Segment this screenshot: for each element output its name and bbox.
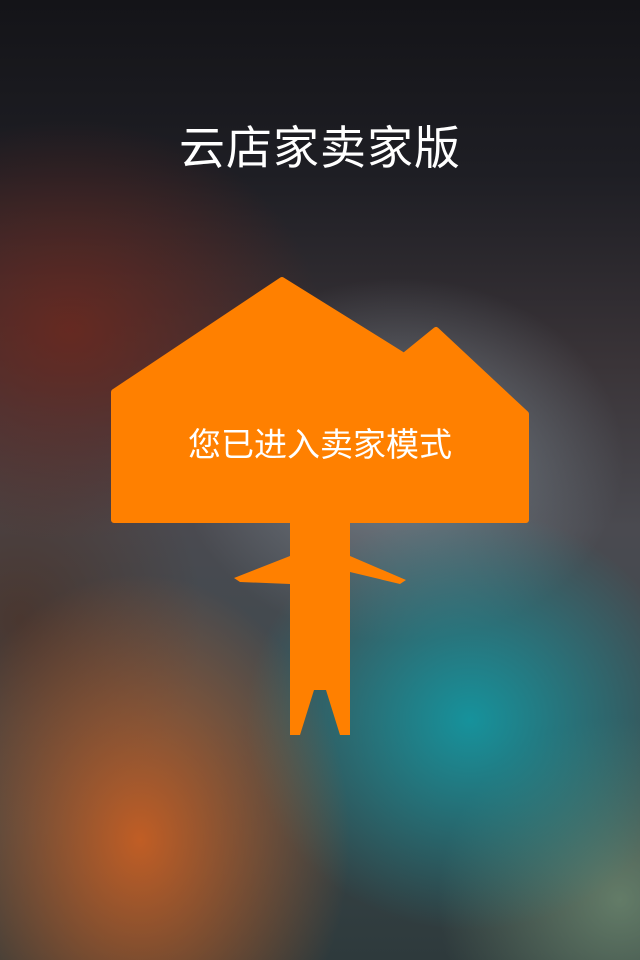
splash-screen: 云店家卖家版 您已进入卖家模式 [0,0,640,960]
seller-mode-message: 您已进入卖家模式 [188,425,452,464]
house-signpost-icon [111,277,529,735]
